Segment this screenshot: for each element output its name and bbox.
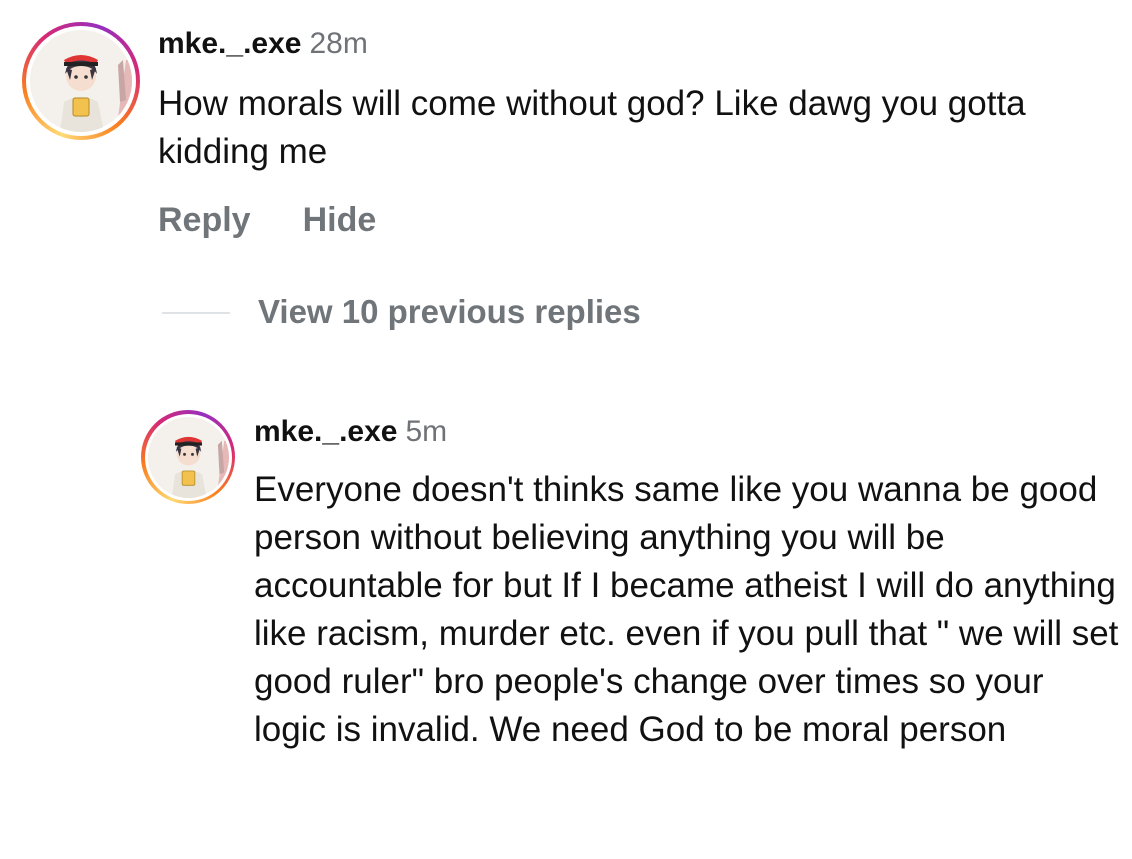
hide-button[interactable]: Hide — [303, 198, 377, 242]
avatar[interactable] — [141, 410, 235, 504]
thread-divider-line — [162, 312, 230, 314]
avatar[interactable] — [22, 22, 140, 140]
comment-top-level: mke._.exe 28m How morals will come withou… — [0, 0, 1132, 260]
comment-header: mke._.exe 5m — [254, 412, 447, 452]
comment-header: mke._.exe 28m — [158, 24, 368, 64]
username[interactable]: mke._.exe — [254, 415, 397, 448]
comment-text: Everyone doesn't thinks same like you wa… — [254, 470, 1119, 749]
comment-timestamp: 5m — [405, 415, 448, 448]
comment-text: How morals will come without god? Like d… — [158, 84, 1026, 171]
username[interactable]: mke._.exe — [158, 27, 301, 60]
comment-timestamp: 28m — [309, 27, 368, 60]
view-previous-replies-button[interactable]: View 10 previous replies — [258, 292, 641, 332]
anime-character-avatar-icon — [147, 416, 229, 498]
comment-reply: mke._.exe 5m Everyone doesn't thinks same… — [0, 400, 1132, 859]
reply-button[interactable]: Reply — [158, 198, 251, 242]
anime-character-avatar-icon — [30, 30, 132, 132]
comment-actions: Reply Hide — [158, 198, 376, 242]
